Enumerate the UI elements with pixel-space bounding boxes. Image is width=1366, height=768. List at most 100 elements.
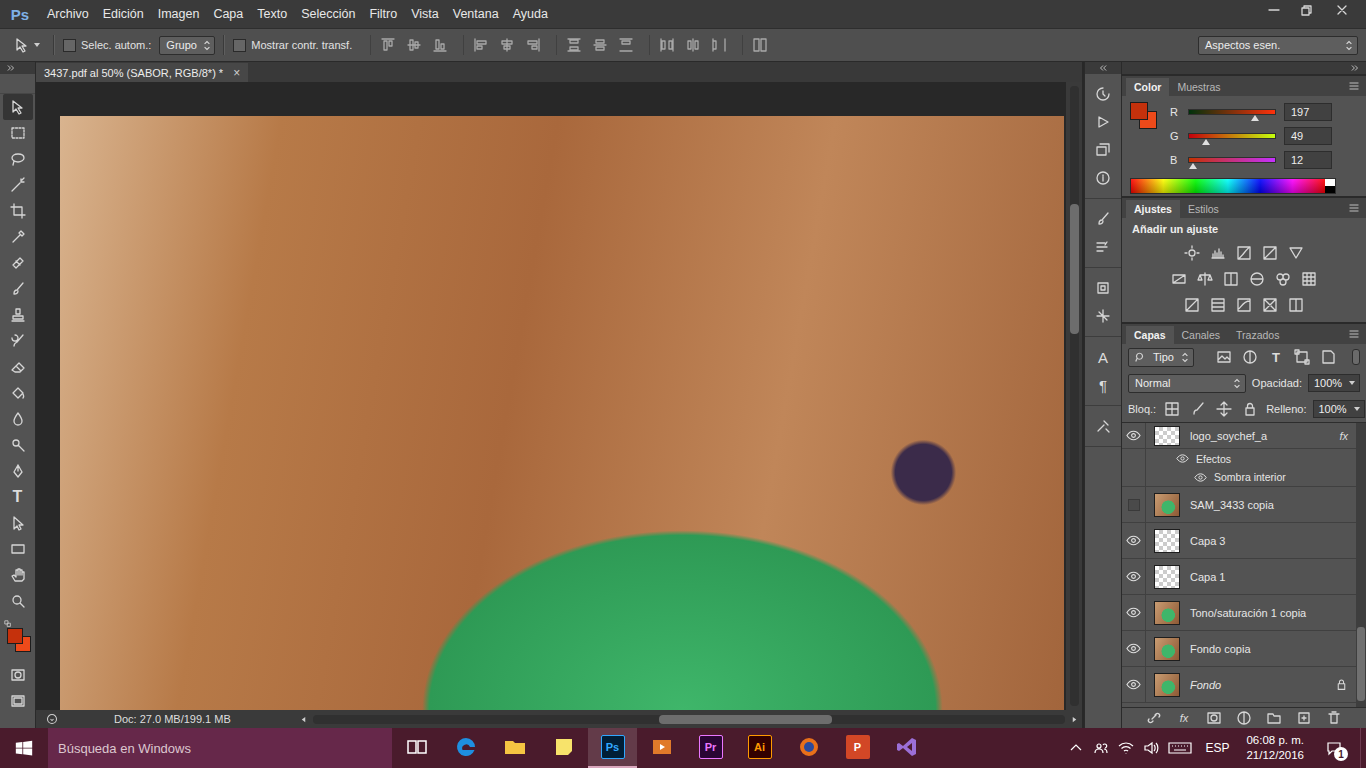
adjustment-button[interactable] [1259,242,1281,264]
lock-button[interactable] [1162,399,1182,419]
adjustment-button[interactable] [1233,242,1255,264]
tool-button[interactable] [3,120,33,146]
document-canvas[interactable] [60,116,1064,710]
adjustment-button[interactable] [1298,268,1320,290]
menu-item[interactable]: Filtro [362,0,404,28]
adjustment-button[interactable] [1207,242,1229,264]
dock-header[interactable] [1085,62,1121,74]
character-panel-button[interactable]: A [1088,343,1118,371]
document-tab[interactable]: 3437.pdf al 50% (SABOR, RGB/8*) *× [36,63,248,82]
clock[interactable]: 06:08 p. m.21/12/2016 [1242,733,1308,763]
tool-button[interactable] [3,328,33,354]
layer-action-button[interactable] [1234,708,1254,728]
foreground-color-swatch[interactable] [1130,102,1148,120]
adjustment-button[interactable] [1220,268,1242,290]
channel-value[interactable]: 49 [1284,127,1332,145]
tools-panel-header[interactable] [0,62,35,74]
adjustment-button[interactable] [1181,242,1203,264]
black-white-ramp[interactable] [1325,179,1335,193]
dock-button[interactable] [1088,136,1118,164]
language-indicator[interactable]: ESP [1201,741,1233,755]
layer-row[interactable]: Sombra interior [1122,468,1356,487]
menu-item[interactable]: Selección [294,0,362,28]
workspace-dropdown[interactable]: Aspectos esen. [1198,36,1358,55]
visibility-toggle[interactable] [1122,523,1146,558]
align-button[interactable] [710,35,728,55]
adjustment-button[interactable] [1259,294,1281,316]
channel-slider[interactable] [1188,157,1276,163]
tool-button[interactable] [3,172,33,198]
scroll-left-icon[interactable] [300,716,307,723]
filter-button[interactable] [1214,347,1234,367]
tool-button[interactable] [3,510,33,536]
layer-row[interactable]: Fondo copia [1122,631,1356,667]
visibility-toggle[interactable] [1122,595,1146,630]
tab-close-button[interactable]: × [233,66,240,80]
menu-item[interactable]: Vista [404,0,446,28]
tool-button[interactable] [3,406,33,432]
paragraph-panel-button[interactable]: ¶ [1088,371,1118,399]
dock-button[interactable] [1088,233,1118,261]
align-button[interactable] [684,35,702,55]
taskbar-app[interactable]: Ai [735,728,784,768]
tool-button[interactable] [3,302,33,328]
panel-menu-icon[interactable] [1348,328,1360,340]
panel-tab[interactable]: Estilos [1180,200,1227,218]
foreground-color-swatch[interactable] [7,628,23,644]
dock-button[interactable] [1088,108,1118,136]
layer-action-button[interactable] [1294,708,1314,728]
color-spectrum[interactable] [1130,178,1336,194]
panel-menu-icon[interactable] [1348,80,1360,92]
visibility-toggle[interactable] [1122,559,1146,594]
status-menu-icon[interactable] [46,713,58,725]
auto-select-checkbox[interactable] [63,39,76,52]
network-icon[interactable] [1118,740,1134,756]
tool-button[interactable] [3,380,33,406]
dock-button[interactable] [1088,302,1118,330]
slider-thumb[interactable] [1251,115,1259,121]
adjustment-button[interactable] [1285,242,1307,264]
tool-button[interactable] [3,198,33,224]
taskbar-app[interactable] [490,728,539,768]
action-center-button[interactable]: 1 [1317,728,1351,768]
people-icon[interactable] [1093,740,1109,756]
auto-select-dropdown[interactable]: Grupo [159,36,215,55]
menu-item[interactable]: Imagen [151,0,207,28]
align-button[interactable] [658,35,676,55]
tool-button[interactable] [3,432,33,458]
align-button[interactable] [751,35,769,55]
adjustment-button[interactable] [1207,294,1229,316]
layer-row[interactable]: Tono/saturación 1 copia [1122,595,1356,631]
taskbar-app[interactable] [784,728,833,768]
scroll-right-icon[interactable] [1071,716,1078,723]
dock-button[interactable] [1088,205,1118,233]
taskbar-app[interactable] [441,728,490,768]
tool-button[interactable] [3,588,33,614]
adjustment-button[interactable] [1233,294,1255,316]
channel-slider[interactable] [1188,133,1276,139]
visibility-toggle[interactable] [1122,423,1146,448]
hue-ramp[interactable] [1131,179,1325,193]
menu-item[interactable]: Ayuda [506,0,555,28]
minimize-button[interactable] [1258,0,1290,20]
layers-scrollbar[interactable] [1356,423,1366,707]
taskbar-app[interactable] [392,728,441,768]
tool-button[interactable]: T [3,484,33,510]
tool-button[interactable] [3,536,33,562]
adjustment-button[interactable] [1181,294,1203,316]
restore-button[interactable] [1290,0,1322,20]
show-transform-option[interactable]: Mostrar contr. transf. [233,39,352,52]
link-layers-button[interactable] [1144,708,1164,728]
app-logo[interactable]: Ps [0,6,40,23]
auto-select-option[interactable]: Selec. autom.: [63,39,151,52]
filter-button[interactable] [1292,347,1312,367]
horizontal-scrollbar[interactable] [313,715,1065,724]
menu-item[interactable]: Texto [250,0,294,28]
visibility-toggle[interactable] [1122,667,1146,702]
taskbar-app[interactable]: Ps [588,728,637,768]
layer-row[interactable]: Capa 1 [1122,559,1356,595]
start-button[interactable] [0,728,48,768]
tool-button[interactable] [3,276,33,302]
tool-button[interactable] [3,146,33,172]
panel-tab[interactable]: Trazados [1228,326,1287,344]
